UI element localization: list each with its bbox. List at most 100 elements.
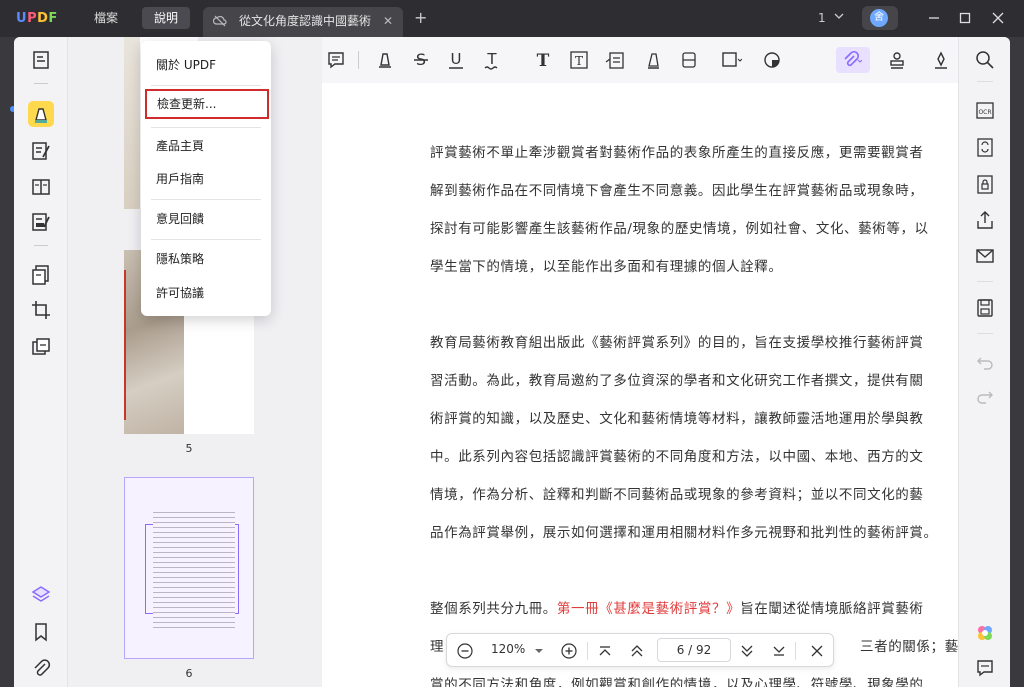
crop-icon[interactable] <box>30 299 52 321</box>
zoom-navigation-bar: 120% 6 / 92 <box>446 633 834 667</box>
fill-sign-icon[interactable] <box>30 211 52 233</box>
ocr-icon[interactable]: OCR <box>974 99 996 121</box>
page-number-label: 6 <box>185 667 193 680</box>
bookmark-icon[interactable] <box>30 621 52 643</box>
text-line: 解到藝術作品在不同情境下會產生不同意義。因此學生在評賞藝術品或現象時， <box>430 183 924 199</box>
zoom-dropdown-icon[interactable] <box>533 641 545 661</box>
text-callout-icon[interactable] <box>604 49 626 71</box>
divider <box>358 51 359 69</box>
zoom-in-icon[interactable] <box>559 641 579 661</box>
strikethrough-icon[interactable]: S <box>410 49 432 71</box>
zoom-level[interactable]: 120% <box>491 642 525 656</box>
menu-item-user-guide[interactable]: 用戶指南 <box>141 164 271 194</box>
svg-text:T: T <box>486 50 497 68</box>
text-line: 三者的關係；藝術 <box>860 639 958 655</box>
comment-toolbar: S U T T T <box>322 37 958 83</box>
page-thumbnail-6[interactable] <box>124 477 254 659</box>
text-segment: 整個系列共分九冊。 <box>430 601 557 617</box>
first-page-icon[interactable] <box>595 641 615 661</box>
divider <box>977 333 993 334</box>
signature-icon[interactable] <box>932 49 954 71</box>
menu-item-license-agreement[interactable]: 許可協議 <box>141 278 271 308</box>
share-icon[interactable] <box>974 209 996 231</box>
text-line: 學生當下的情境，以至能作出多面和有理據的個人詮釋。 <box>430 259 783 275</box>
shape-icon[interactable] <box>720 49 742 71</box>
underline-icon[interactable]: U <box>445 49 467 71</box>
menu-item-product-home[interactable]: 產品主頁 <box>141 131 271 161</box>
user-avatar[interactable]: 舍 <box>862 6 898 30</box>
text-line: 理 <box>430 639 445 655</box>
reader-icon[interactable] <box>30 49 52 71</box>
new-tab-icon[interactable]: + <box>414 8 427 27</box>
text-icon[interactable]: T <box>532 49 554 71</box>
divider <box>151 239 261 240</box>
eraser-icon[interactable] <box>678 49 700 71</box>
convert-pdf-icon[interactable] <box>30 264 52 286</box>
maximize-icon[interactable] <box>956 9 974 27</box>
menu-item-check-updates[interactable]: 檢查更新... <box>145 89 269 119</box>
note-icon[interactable] <box>325 49 347 71</box>
divider <box>795 642 796 660</box>
svg-text:OCR: OCR <box>978 109 991 116</box>
text-line: 教育局藝術教育組出版此《藝術評賞系列》的目的，旨在支援學校推行藝術評賞 <box>430 335 924 351</box>
text-line: 品作為評賞舉例，展示如何選擇和運用相關材料作多元視野和批判性的藝術評賞。 <box>430 525 938 541</box>
text-line: 情境，作為分析、詮釋和判斷不同藝術品或現象的參考資料；並以不同文化的藝 <box>430 487 924 503</box>
attachment-icon[interactable] <box>30 657 52 679</box>
edit-pdf-icon[interactable] <box>30 140 52 162</box>
divider <box>34 83 48 84</box>
svg-text:T: T <box>537 51 550 71</box>
undo-icon[interactable] <box>974 351 996 373</box>
minimize-icon[interactable] <box>925 9 943 27</box>
email-icon[interactable] <box>974 245 996 267</box>
chevron-down-icon[interactable] <box>833 10 845 22</box>
ai-assistant-icon[interactable] <box>974 622 996 644</box>
pencil-icon[interactable] <box>642 49 664 71</box>
attach-file-icon[interactable] <box>840 49 862 71</box>
stamp-icon[interactable] <box>888 49 910 71</box>
divider <box>977 81 993 82</box>
page-tools-icon[interactable] <box>30 336 52 358</box>
menu-item-about[interactable]: 關於 UPDF <box>141 50 271 80</box>
zoom-out-icon[interactable] <box>455 641 475 661</box>
organize-pages-icon[interactable] <box>30 176 52 198</box>
comment-highlight-icon[interactable] <box>30 103 52 125</box>
previous-page-icon[interactable] <box>627 641 647 661</box>
text-line: 探討有可能影響產生該藝術作品/現象的歷史情境，例如社會、文化、藝術等，以 <box>430 221 929 237</box>
squiggly-icon[interactable]: T <box>481 49 503 71</box>
save-icon[interactable] <box>974 297 996 319</box>
text-line: 評賞藝術不單止牽涉觀賞者對藝術作品的表象所產生的直接反應，更需要觀賞者 <box>430 145 924 161</box>
menu-file[interactable]: 檔案 <box>82 7 130 29</box>
divider <box>977 281 993 282</box>
help-dropdown-menu: 關於 UPDF 檢查更新... 產品主頁 用戶指南 意見回饋 隱私策略 許可協議 <box>141 41 271 316</box>
protect-icon[interactable] <box>974 173 996 195</box>
layers-icon[interactable] <box>30 584 52 606</box>
close-window-icon[interactable] <box>989 9 1007 27</box>
divider <box>151 127 261 128</box>
title-bar: UPDF 檔案 說明 從文化角度認識中國藝術 ✕ + 1 舍 <box>0 0 1024 37</box>
tab-title: 從文化角度認識中國藝術 <box>239 14 372 28</box>
highlight-icon[interactable] <box>374 49 396 71</box>
document-page[interactable]: 評賞藝術不單止牽涉觀賞者對藝術作品的表象所產生的直接反應，更需要觀賞者 解到藝術… <box>322 83 958 687</box>
book-title-link: 第一冊《甚麼是藝術評賞？》 <box>556 601 741 617</box>
avatar-initial: 舍 <box>870 9 888 27</box>
search-icon[interactable] <box>974 49 996 71</box>
text-box-icon[interactable]: T <box>568 49 590 71</box>
convert-icon[interactable] <box>974 136 996 158</box>
menu-help[interactable]: 說明 <box>142 7 191 29</box>
menu-item-privacy-policy[interactable]: 隱私策略 <box>141 244 271 274</box>
tab-close-icon[interactable]: ✕ <box>383 7 393 35</box>
menu-item-feedback[interactable]: 意見回饋 <box>141 204 271 234</box>
chat-icon[interactable] <box>974 657 996 679</box>
page-number-input[interactable]: 6 / 92 <box>657 638 731 662</box>
divider <box>151 85 261 86</box>
updf-logo: UPDF <box>16 11 58 26</box>
page-indicator[interactable]: 1 <box>818 11 826 25</box>
last-page-icon[interactable] <box>769 641 789 661</box>
document-tab[interactable]: 從文化角度認識中國藝術 ✕ <box>203 7 403 37</box>
sticker-icon[interactable] <box>762 49 784 71</box>
thumbnail-text-lines <box>153 508 235 628</box>
painting-border <box>124 270 126 420</box>
next-page-icon[interactable] <box>737 641 757 661</box>
redo-icon[interactable] <box>974 385 996 407</box>
close-toolbar-icon[interactable] <box>807 641 827 661</box>
